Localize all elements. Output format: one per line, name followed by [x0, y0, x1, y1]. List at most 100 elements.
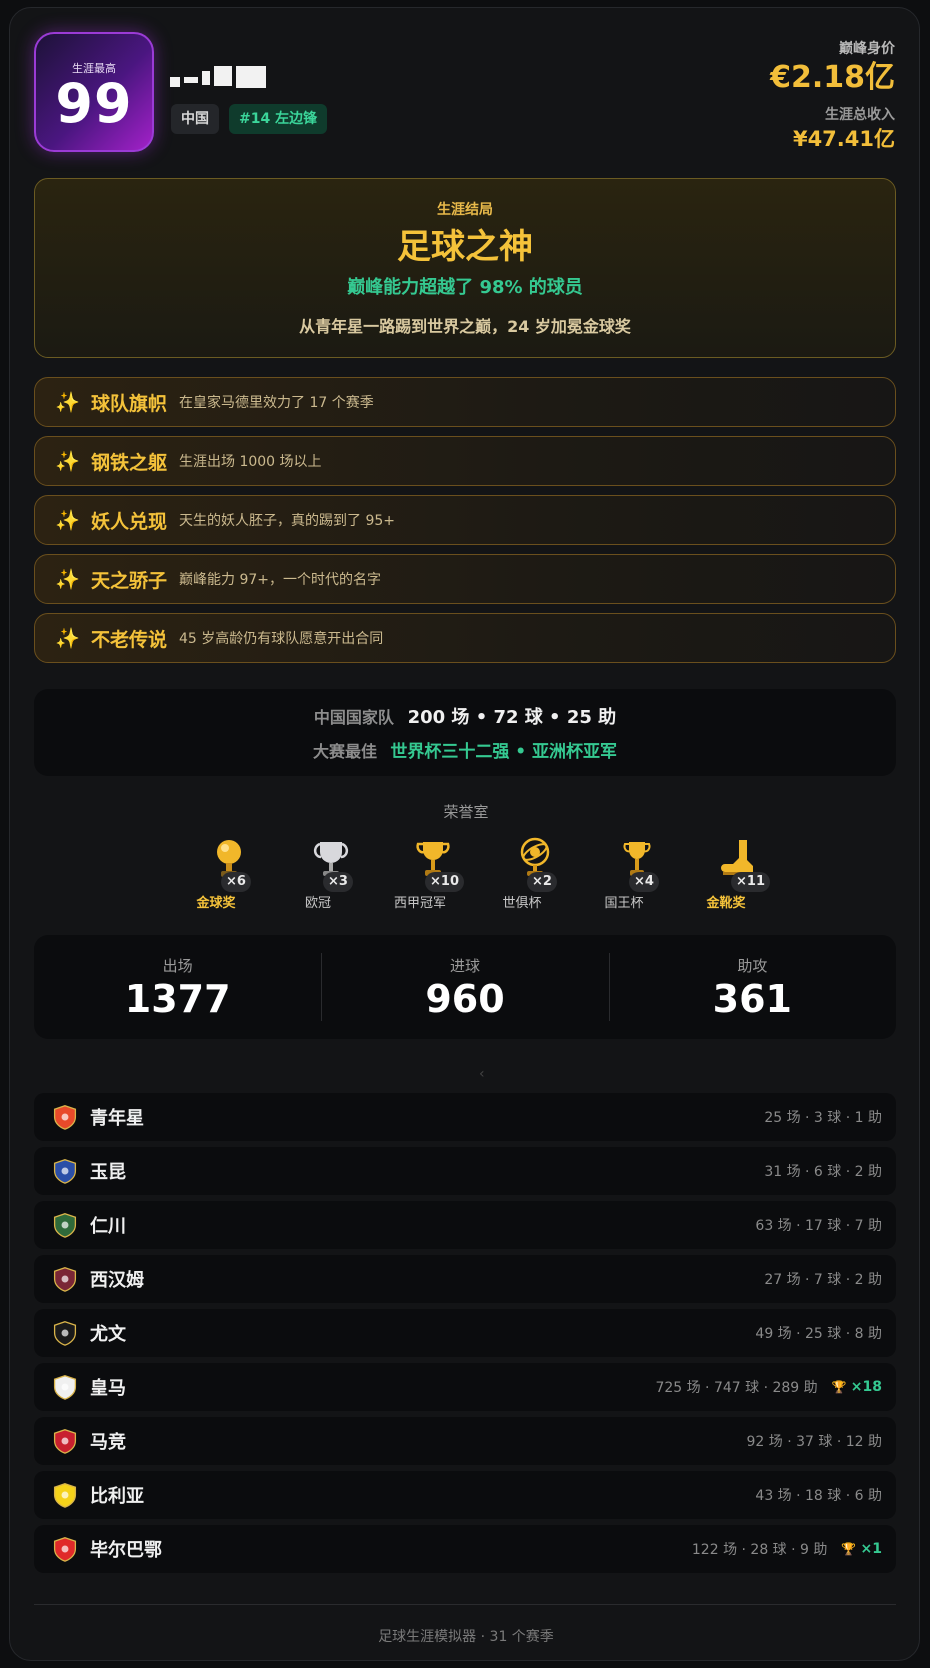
achievement-item: ✨ 钢铁之躯 生涯出场 1000 场以上 — [34, 436, 896, 486]
best-tournament-value: 世界杯三十二强 • 亚洲杯亚军 — [390, 742, 618, 762]
club-row: 青年星 25 场 · 3 球 · 1 助 — [34, 1093, 896, 1141]
honor-count: ×10 — [425, 872, 464, 892]
best-tournament-label: 大赛最佳 — [312, 742, 377, 761]
club-name: 马竞 — [90, 1432, 126, 1453]
club-stats: 43 场 · 18 球 · 6 助 — [755, 1488, 882, 1504]
stat-value: 361 — [712, 977, 792, 1021]
achievement-name: 钢铁之躯 — [91, 451, 168, 474]
honor-count: ×11 — [731, 872, 770, 892]
club-crest-icon — [50, 1102, 80, 1132]
honor-la-liga: ×10 西甲冠军 — [387, 836, 489, 911]
honor-count: ×3 — [323, 872, 353, 892]
honor-name: 西甲冠军 — [393, 896, 446, 911]
club-row: 尤文 49 场 · 25 球 · 8 助 — [34, 1309, 896, 1357]
achievement-item: ✨ 天之骄子 巅峰能力 97+，一个时代的名字 — [34, 554, 896, 604]
national-team-panel: 中国国家队 200 场 • 72 球 • 25 助 大赛最佳 世界杯三十二强 •… — [34, 689, 896, 776]
achievement-text: 天生的妖人胚子，真的踢到了 95+ — [179, 513, 396, 529]
stat-assists: 助攻 361 — [608, 935, 896, 1039]
club-row: 玉昆 31 场 · 6 球 · 2 助 — [34, 1147, 896, 1195]
ending-label: 生涯结局 — [437, 202, 493, 218]
ending-description: 从青年星一路踢到世界之巅，24 岁加冕金球奖 — [299, 317, 631, 336]
peak-value: €2.18亿 — [770, 60, 895, 95]
rating-value: 99 — [55, 72, 133, 135]
stat-appearances: 出场 1377 — [34, 935, 321, 1039]
trophy-icon: 🏆 — [831, 1380, 851, 1394]
national-team-stats: 200 场 • 72 球 • 25 助 — [407, 707, 617, 728]
career-stats-panel: 出场 1377 进球 960 助攻 361 — [34, 935, 896, 1039]
club-crest-icon — [50, 1480, 80, 1510]
club-row: 马竞 92 场 · 37 球 · 12 助 — [34, 1417, 896, 1465]
club-trophy-count: 🏆 ×18 — [832, 1379, 882, 1395]
club-row: 仁川 63 场 · 17 球 · 7 助 — [34, 1201, 896, 1249]
club-crest-icon — [50, 1210, 80, 1240]
club-row: 比利亚 43 场 · 18 球 · 6 助 — [34, 1471, 896, 1519]
player-name-redacted — [170, 58, 270, 92]
national-team-label: 中国国家队 — [313, 708, 394, 727]
club-name: 毕尔巴鄂 — [90, 1540, 162, 1561]
club-name: 西汉姆 — [90, 1270, 144, 1291]
sparkle-icon: ✨ — [55, 508, 80, 532]
achievement-item: ✨ 不老传说 45 岁高龄仍有球队愿意开出合同 — [34, 613, 896, 663]
honor-count: ×4 — [629, 872, 659, 892]
club-crest-icon — [50, 1426, 80, 1456]
position-tag: #14 左边锋 — [229, 104, 328, 134]
club-row: 毕尔巴鄂 122 场 · 28 球 · 9 助 🏆 ×1 — [34, 1525, 896, 1573]
career-summary-card: 生涯最高 99 中国 #14 左边锋 巅峰身价 €2.18亿 生涯总收入 ¥47… — [9, 7, 920, 1661]
honor-name: 金球奖 — [196, 896, 236, 911]
club-stats: 725 场 · 747 球 · 289 助 — [655, 1380, 818, 1396]
club-stats: 92 场 · 37 球 · 12 助 — [746, 1434, 883, 1450]
peak-value-label: 巅峰身价 — [839, 41, 895, 57]
sparkle-icon: ✨ — [55, 567, 80, 591]
club-name: 皇马 — [90, 1378, 126, 1399]
sparkle-icon: ✨ — [55, 626, 80, 650]
club-stats: 63 场 · 17 球 · 7 助 — [755, 1218, 882, 1234]
achievement-text: 45 岁高龄仍有球队愿意开出合同 — [179, 631, 384, 647]
income-label: 生涯总收入 — [825, 107, 895, 123]
club-stats: 27 场 · 7 球 · 2 助 — [764, 1272, 882, 1288]
achievement-item: ✨ 球队旗帜 在皇家马德里效力了 17 个赛季 — [34, 377, 896, 427]
stat-label: 进球 — [449, 957, 480, 975]
achievement-name: 不老传说 — [91, 628, 168, 651]
stat-goals: 进球 960 — [321, 935, 608, 1039]
sparkle-icon: ✨ — [55, 449, 80, 473]
achievement-text: 巅峰能力 97+，一个时代的名字 — [179, 572, 382, 588]
footer-text: 足球生涯模拟器 · 31 个赛季 — [378, 1629, 554, 1645]
trophy-icon: 🏆 — [841, 1542, 861, 1556]
honor-count: ×2 — [527, 872, 557, 892]
club-crest-icon — [50, 1264, 80, 1294]
club-name: 仁川 — [90, 1216, 126, 1237]
stat-value: 960 — [425, 977, 505, 1021]
achievement-item: ✨ 妖人兑现 天生的妖人胚子，真的踢到了 95+ — [34, 495, 896, 545]
achievement-text: 在皇家马德里效力了 17 个赛季 — [179, 395, 374, 411]
stat-label: 出场 — [162, 957, 193, 975]
honor-count: ×6 — [221, 872, 251, 892]
honor-name: 国王杯 — [604, 896, 644, 911]
club-stats: 49 场 · 25 球 · 8 助 — [755, 1326, 882, 1342]
club-crest-icon — [50, 1534, 80, 1564]
club-crest-icon — [50, 1318, 80, 1348]
chevron-left-icon[interactable]: ‹ — [479, 1066, 485, 1082]
club-name: 比利亚 — [90, 1486, 144, 1507]
club-crest-icon — [50, 1372, 80, 1402]
achievement-text: 生涯出场 1000 场以上 — [179, 454, 322, 470]
ending-title: 足球之神 — [397, 227, 533, 267]
honors-row: ×6 金球奖 ×3 欧冠 ×10 西甲冠军 ×2 世俱杯 ×4 国王杯 ×11 … — [183, 836, 795, 911]
club-trophy-count: 🏆 ×1 — [841, 1541, 882, 1557]
honor-champions-league: ×3 欧冠 — [285, 836, 387, 911]
trophy-count-value: ×1 — [860, 1541, 882, 1557]
honor-name: 金靴奖 — [706, 896, 746, 911]
value-block: 巅峰身价 €2.18亿 生涯总收入 ¥47.41亿 — [770, 38, 895, 154]
club-row: 西汉姆 27 场 · 7 球 · 2 助 — [34, 1255, 896, 1303]
honors-title: 荣誉室 — [443, 803, 489, 821]
achievement-name: 妖人兑现 — [91, 510, 168, 533]
achievement-name: 天之骄子 — [91, 569, 168, 592]
honor-club-world-cup: ×2 世俱杯 — [489, 836, 591, 911]
honor-name: 世俱杯 — [502, 896, 542, 911]
club-crest-icon — [50, 1156, 80, 1186]
club-stats: 122 场 · 28 球 · 9 助 — [691, 1542, 828, 1558]
club-row: 皇马 725 场 · 747 球 · 289 助 🏆 ×18 — [34, 1363, 896, 1411]
sparkle-icon: ✨ — [55, 390, 80, 414]
income-value: ¥47.41亿 — [792, 127, 895, 151]
club-stats: 31 场 · 6 球 · 2 助 — [764, 1164, 882, 1180]
club-name: 尤文 — [90, 1324, 126, 1345]
